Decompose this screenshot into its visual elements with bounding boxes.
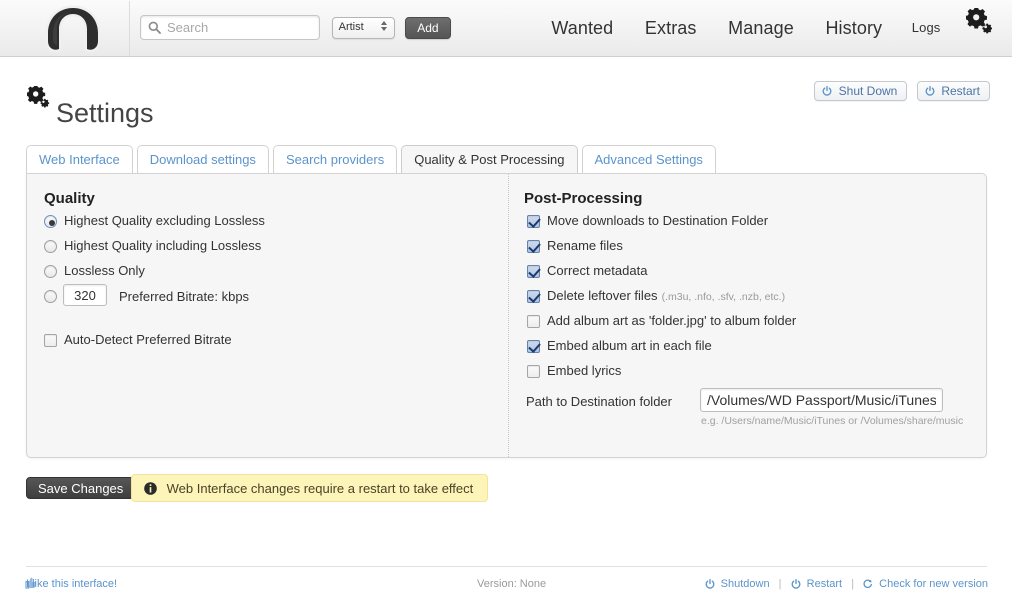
search-box[interactable] <box>140 15 320 40</box>
footer-check-version-label: Check for new version <box>879 578 988 590</box>
pp-option-label: Move downloads to Destination Folder <box>547 213 768 228</box>
checkbox-icon[interactable] <box>527 315 540 328</box>
info-icon <box>144 483 161 498</box>
checkbox-icon[interactable] <box>44 334 57 347</box>
pp-option-label: Add album art as 'folder.jpg' to album f… <box>547 313 796 328</box>
tab-search-providers[interactable]: Search providers <box>273 145 397 173</box>
main-navigation: Wanted Extras Manage History Logs <box>537 0 1000 56</box>
auto-detect-bitrate-label: Auto-Detect Preferred Bitrate <box>64 332 232 347</box>
nav-item-extras[interactable]: Extras <box>631 0 711 56</box>
refresh-icon <box>863 580 876 592</box>
app-header: Artist Add Wanted Extras Manage History … <box>0 0 1012 57</box>
radio-icon[interactable] <box>44 290 57 303</box>
quality-option-label: Lossless Only <box>64 263 145 278</box>
power-icon <box>822 85 835 99</box>
restart-notice-text: Web Interface changes require a restart … <box>167 481 474 496</box>
footer-shutdown-label: Shutdown <box>721 578 770 590</box>
radio-icon[interactable] <box>44 240 57 253</box>
pp-option-label: Embed album art in each file <box>547 338 712 353</box>
checkbox-icon[interactable] <box>527 290 540 303</box>
pp-option-hint: (.m3u, .nfo, .sfv, .nzb, etc.) <box>662 291 786 303</box>
nav-item-logs[interactable]: Logs <box>900 0 953 56</box>
pp-option-text: Delete leftover files <box>547 288 658 303</box>
preferred-bitrate-label: Preferred Bitrate: kbps <box>119 289 249 304</box>
power-icon <box>791 580 804 592</box>
power-icon <box>705 580 718 592</box>
footer-restart-label: Restart <box>807 578 842 590</box>
tab-web-interface[interactable]: Web Interface <box>26 145 133 173</box>
radio-icon[interactable] <box>44 265 57 278</box>
save-changes-button[interactable]: Save Changes <box>26 477 135 499</box>
search-icon <box>148 21 161 37</box>
search-area: Artist Add <box>140 15 451 40</box>
power-buttons: Shut Down Restart <box>808 81 990 101</box>
search-input[interactable] <box>165 16 315 39</box>
gear-icon <box>966 0 992 56</box>
search-type-value: Artist <box>339 21 364 33</box>
nav-item-settings[interactable] <box>956 0 1000 56</box>
like-interface-link[interactable]: I like this interface! <box>26 578 117 590</box>
checkbox-icon[interactable] <box>527 240 540 253</box>
shutdown-button-label: Shut Down <box>839 84 898 98</box>
footer-separator: | <box>845 578 860 590</box>
tab-download-settings[interactable]: Download settings <box>137 145 269 173</box>
search-type-select[interactable]: Artist <box>332 17 395 39</box>
destination-path-hint: e.g. /Users/name/Music/iTunes or /Volume… <box>701 415 963 427</box>
pp-option-label: Embed lyrics <box>547 363 621 378</box>
logo-container[interactable] <box>18 1 130 56</box>
nav-item-wanted[interactable]: Wanted <box>537 0 627 56</box>
page-title: Settings <box>56 98 154 129</box>
add-button[interactable]: Add <box>405 17 450 39</box>
restart-notice: Web Interface changes require a restart … <box>131 474 488 502</box>
restart-button[interactable]: Restart <box>917 81 990 101</box>
power-icon <box>925 85 938 99</box>
pp-option-label: Delete leftover files (.m3u, .nfo, .sfv, … <box>547 288 785 303</box>
nav-item-manage[interactable]: Manage <box>714 0 808 56</box>
checkbox-icon[interactable] <box>527 215 540 228</box>
quality-option-label: Highest Quality including Lossless <box>64 238 261 253</box>
gear-icon <box>27 86 51 113</box>
footer-check-version-link[interactable]: Check for new version <box>863 578 988 590</box>
nav-item-history[interactable]: History <box>811 0 896 56</box>
radio-icon[interactable] <box>44 215 57 228</box>
checkbox-icon[interactable] <box>527 365 540 378</box>
footer-actions: Shutdown | Restart | Check for new versi… <box>705 578 988 592</box>
pp-option-label: Correct metadata <box>547 263 647 278</box>
tab-quality-post-processing[interactable]: Quality & Post Processing <box>401 145 577 173</box>
headphones-logo-icon[interactable] <box>44 5 102 56</box>
footer-restart-link[interactable]: Restart <box>791 578 846 590</box>
destination-path-label: Path to Destination folder <box>526 394 672 409</box>
preferred-bitrate-input[interactable] <box>63 284 107 306</box>
version-text: Version: None <box>477 578 546 590</box>
restart-button-label: Restart <box>941 84 980 98</box>
checkbox-icon[interactable] <box>527 340 540 353</box>
quality-option-label: Highest Quality excluding Lossless <box>64 213 265 228</box>
destination-path-input[interactable] <box>700 388 943 412</box>
footer-shutdown-link[interactable]: Shutdown <box>705 578 773 590</box>
postprocessing-section-title: Post-Processing <box>524 190 642 207</box>
select-arrows-icon <box>381 21 388 37</box>
pp-option-label: Rename files <box>547 238 623 253</box>
settings-tabs: Web Interface Download settings Search p… <box>26 145 988 174</box>
app-footer: I like this interface! Version: None Shu… <box>0 567 1012 599</box>
footer-separator: | <box>773 578 788 590</box>
shutdown-button[interactable]: Shut Down <box>814 81 907 101</box>
quality-section-title: Quality <box>44 190 95 207</box>
checkbox-icon[interactable] <box>527 265 540 278</box>
tab-advanced-settings[interactable]: Advanced Settings <box>582 145 716 173</box>
